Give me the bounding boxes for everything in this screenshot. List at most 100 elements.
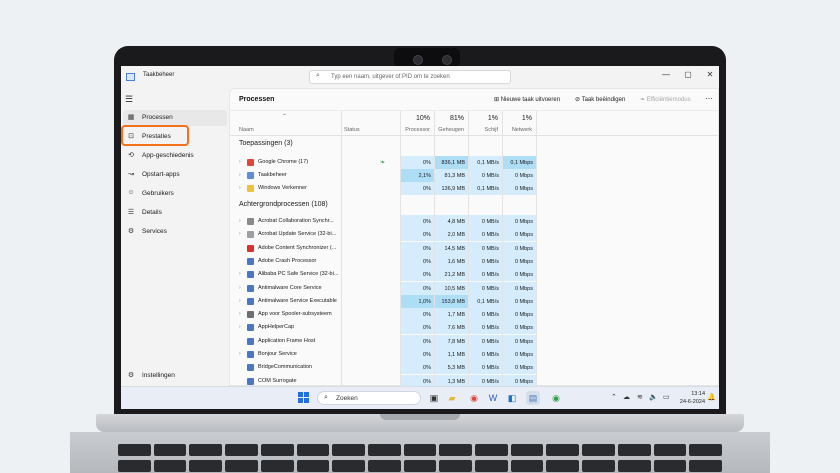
file-explorer-icon[interactable]: ▰: [445, 391, 459, 405]
keyboard-key: [403, 460, 437, 472]
close-button[interactable]: ✕: [703, 70, 717, 79]
process-row[interactable]: › Acrobat Collaboration Synchr... 0% 4,8 MB…: [230, 215, 718, 228]
sidebar-item-processen[interactable]: ▦ Processen: [123, 110, 227, 126]
process-icon: [247, 271, 254, 279]
sidebar-item-instellingen[interactable]: ⚙ Instellingen: [123, 368, 227, 384]
efficiency-mode-button[interactable]: ❧ Efficiëntiemodus: [640, 96, 691, 103]
process-row[interactable]: › Google Chrome (17) ❧ 0% 836,1 MB 0,1 MB/s 0,…: [230, 156, 718, 169]
process-row[interactable]: Application Frame Host 0% 7,8 MB 0 MB/s 0 Mb…: [230, 334, 718, 348]
process-row[interactable]: › Acrobat Update Service (32-bi... 0% 2,0 M…: [230, 228, 718, 242]
expand-chevron-icon[interactable]: ›: [239, 351, 241, 357]
taskmanager-icon[interactable]: ▤: [526, 391, 540, 405]
cell-mem: 1,6 MB: [435, 254, 468, 268]
users-icon: ☺: [127, 189, 135, 196]
sidebar-item-services[interactable]: ⚙ Services: [123, 224, 227, 240]
sidebar-item-details[interactable]: ☰ Details: [123, 205, 227, 221]
start-button[interactable]: [298, 392, 310, 404]
expand-chevron-icon[interactable]: ›: [239, 218, 241, 224]
search-input[interactable]: ⌕ Typ een naam, uitgever of PID om te zo…: [309, 70, 511, 84]
volume-icon[interactable]: 🔈: [649, 393, 658, 401]
expand-chevron-icon[interactable]: ›: [239, 298, 241, 304]
cell-disk: 0,1 MB/s: [469, 294, 502, 308]
more-options-icon[interactable]: ⋯: [705, 94, 713, 103]
keyboard-key: [153, 460, 187, 472]
col-disk[interactable]: Schijf: [468, 127, 498, 133]
battery-icon[interactable]: ▭: [663, 393, 670, 401]
details-icon: ☰: [127, 209, 135, 216]
keyboard-key: [296, 444, 330, 456]
process-name: Windows Verkenner: [258, 185, 307, 191]
process-icon: [247, 185, 254, 192]
sidebar-item-app-geschiedenis[interactable]: ⟲ App-geschiedenis: [123, 148, 227, 164]
outlook-icon[interactable]: ◧: [505, 391, 519, 405]
wifi-icon[interactable]: ≋: [637, 393, 643, 401]
cell-disk: 0 MB/s: [469, 169, 502, 182]
taskview-icon[interactable]: ▣: [427, 391, 441, 405]
process-row[interactable]: BridgeCommunication 0% 5,3 MB 0 MB/s 0 Mbps: [230, 361, 718, 375]
history-icon: ⟲: [128, 152, 134, 159]
sidebar-item-opstart-apps[interactable]: ↝ Opstart-apps: [123, 167, 227, 183]
process-row[interactable]: › Antimalware Service Executable 1,0% 153,8…: [230, 294, 718, 308]
notification-bell-icon[interactable]: 🔔: [707, 393, 716, 401]
chrome-alt-icon[interactable]: ◉: [549, 391, 563, 405]
expand-chevron-icon[interactable]: ›: [239, 185, 241, 191]
chrome-icon[interactable]: ◉: [467, 391, 481, 405]
col-name[interactable]: Naam: [239, 127, 254, 133]
word-icon[interactable]: W: [486, 391, 500, 405]
new-task-label: Nieuwe taak uitvoeren: [500, 97, 561, 103]
group-header-background: Achtergrondprocessen (108): [239, 201, 328, 208]
process-name: Antimalware Core Service: [258, 284, 322, 291]
keyboard-key: [475, 460, 508, 472]
keyboard-key: [510, 460, 544, 472]
end-task-button[interactable]: ⊘ Taak beëindigen: [575, 96, 625, 103]
keyboard: [118, 444, 722, 473]
cell-cpu: 0%: [401, 228, 434, 242]
process-row[interactable]: › Windows Verkenner 0% 136,9 MB 0,1 MB/s 0 Mb…: [230, 182, 718, 195]
minimize-button[interactable]: —: [659, 70, 673, 79]
cell-cpu: 0%: [401, 156, 434, 169]
process-row[interactable]: › App voor Spooler-subsysteem 0% 1,7 MB 0 MB…: [230, 308, 718, 322]
maximize-button[interactable]: ▢: [681, 70, 695, 79]
process-name: App voor Spooler-subsysteem: [258, 311, 332, 318]
cloud-icon[interactable]: ☁: [623, 393, 630, 401]
process-row[interactable]: Adobe Content Synchronizer (... 0% 14,5 MB…: [230, 241, 718, 255]
col-memory[interactable]: Geheugen: [434, 127, 464, 133]
col-status[interactable]: Status: [344, 127, 360, 133]
sidebar-item-gebruikers[interactable]: ☺ Gebruikers: [123, 186, 227, 202]
taskbar-search[interactable]: ⌕ Zoeken: [317, 391, 421, 405]
expand-chevron-icon[interactable]: ›: [239, 324, 241, 330]
cell-net: 0,1 Mbps: [503, 156, 536, 169]
expand-chevron-icon[interactable]: ›: [239, 172, 241, 178]
process-row[interactable]: › Antimalware Core Service 0% 10,5 MB 0 MB/s…: [230, 281, 718, 295]
tray-chevron-icon[interactable]: ⌃: [611, 393, 617, 401]
expand-chevron-icon[interactable]: ›: [239, 271, 241, 277]
col-network[interactable]: Netwerk: [502, 127, 532, 133]
menu-icon[interactable]: ☰: [125, 94, 133, 105]
col-disk-pct: 1%: [487, 115, 498, 122]
keyboard-key: [546, 444, 580, 456]
process-name: Antimalware Service Executable: [258, 297, 337, 304]
sidebar-item-label: Opstart-apps: [142, 171, 180, 178]
expand-chevron-icon[interactable]: ›: [239, 285, 241, 291]
keyboard-key: [439, 460, 473, 472]
screen: Taakbeheer ⌕ Typ een naam, uitgever of P…: [121, 66, 719, 409]
expand-chevron-icon[interactable]: ›: [239, 159, 241, 165]
process-row[interactable]: › AppHelperCap 0% 7,6 MB 0 MB/s 0 Mbps: [230, 321, 718, 335]
cell-cpu: 0%: [401, 321, 434, 335]
process-name: Acrobat Collaboration Synchr...: [258, 218, 334, 224]
keyboard-key: [653, 460, 687, 472]
cell-net: 0 Mbps: [503, 228, 536, 242]
process-row[interactable]: › Bonjour Service 0% 1,1 MB 0 MB/s 0 Mbps: [230, 348, 718, 361]
process-icon: [247, 337, 254, 345]
keyboard-key: [225, 460, 258, 472]
process-row[interactable]: › Taakbeheer 2,1% 81,3 MB 0 MB/s 0 Mbps: [230, 169, 718, 182]
process-row[interactable]: › Alibaba PC Safe Service (32-bi... 0% 21,2…: [230, 268, 718, 282]
expand-chevron-icon[interactable]: ›: [239, 231, 241, 237]
new-task-button[interactable]: ⊞ Nieuwe taak uitvoeren: [494, 96, 560, 103]
cell-cpu: 0%: [401, 254, 434, 268]
clock[interactable]: 13:14 24-6-2024: [679, 390, 705, 406]
col-processor[interactable]: Processor: [400, 127, 430, 133]
keyboard-key: [189, 460, 223, 472]
process-row[interactable]: Adobe Crash Processor 0% 1,6 MB 0 MB/s 0 Mbp…: [230, 254, 718, 268]
expand-chevron-icon[interactable]: ›: [239, 311, 241, 317]
